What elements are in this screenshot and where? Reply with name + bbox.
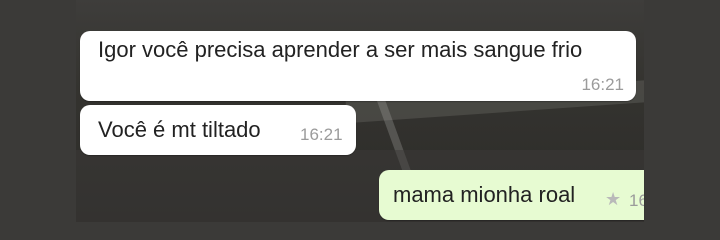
message-timestamp: 16:21 <box>300 125 343 144</box>
message-text: Igor você precisa aprender a ser mais sa… <box>98 37 583 62</box>
message-bubble-outgoing[interactable]: mama mionha roal ★ 16 <box>379 170 644 220</box>
message-bubble-incoming[interactable]: Igor você precisa aprender a ser mais sa… <box>80 31 636 101</box>
message-bubble-incoming[interactable]: Você é mt tiltado 16:21 <box>80 105 356 155</box>
star-icon: ★ <box>605 189 622 209</box>
message-text: mama mionha roal <box>393 182 576 207</box>
message-text: Você é mt tiltado <box>98 117 261 142</box>
message-timestamp: 16:21 <box>581 75 624 94</box>
message-timestamp: 16 <box>629 191 644 210</box>
